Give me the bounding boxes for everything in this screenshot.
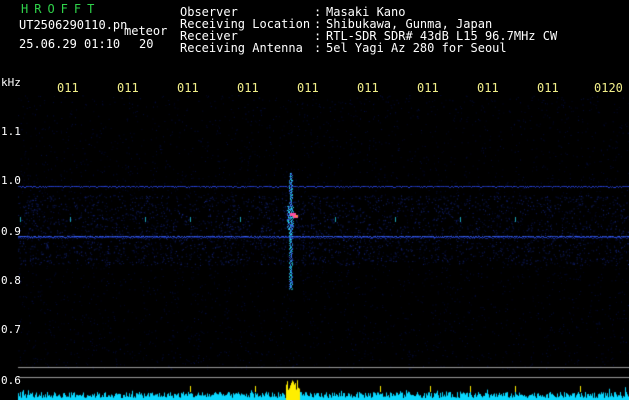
freq-label: 0.6 [1,374,21,387]
spectrogram-plot [0,95,629,400]
time-tick: 011 [417,81,439,95]
time-tick: 011 [117,81,139,95]
freq-label: 0.8 [1,274,21,287]
time-tick: 011 [57,81,79,95]
time-tick: 011 [537,81,559,95]
time-tick: 0120 [594,81,623,95]
colon: : [314,41,322,55]
mode-label: meteor [124,24,168,38]
freq-label: 0.9 [1,225,21,238]
freq-label: 1.1 [1,125,21,138]
time-tick: 011 [237,81,259,95]
time-tick: 011 [357,81,379,95]
antenna-value: 5el Yagi Az 280 for Seoul [326,41,507,55]
time-tick: 011 [297,81,319,95]
time-tick: 011 [177,81,199,95]
file-name: UT2506290110.pn [19,18,128,32]
app-title: HROFFT [21,2,101,16]
freq-label: 1.0 [1,174,21,187]
time-tick: 011 [477,81,499,95]
date-time: 25.06.29 01:10 [19,37,121,51]
detection-count: 20 [139,37,154,51]
freq-label: 0.7 [1,323,21,336]
frequency-unit-label: kHz [1,76,21,89]
antenna-label: Receiving Antenna [180,41,303,55]
